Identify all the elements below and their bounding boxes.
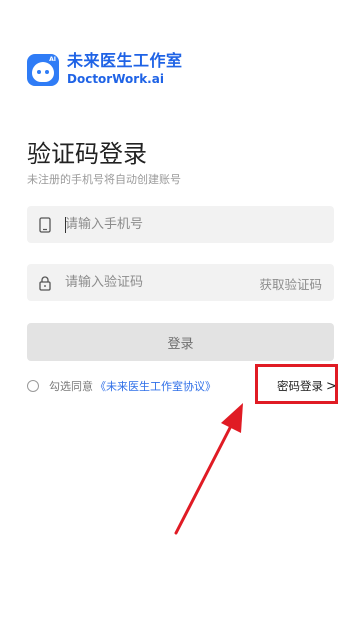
annotation-arrow-icon [174, 403, 243, 535]
